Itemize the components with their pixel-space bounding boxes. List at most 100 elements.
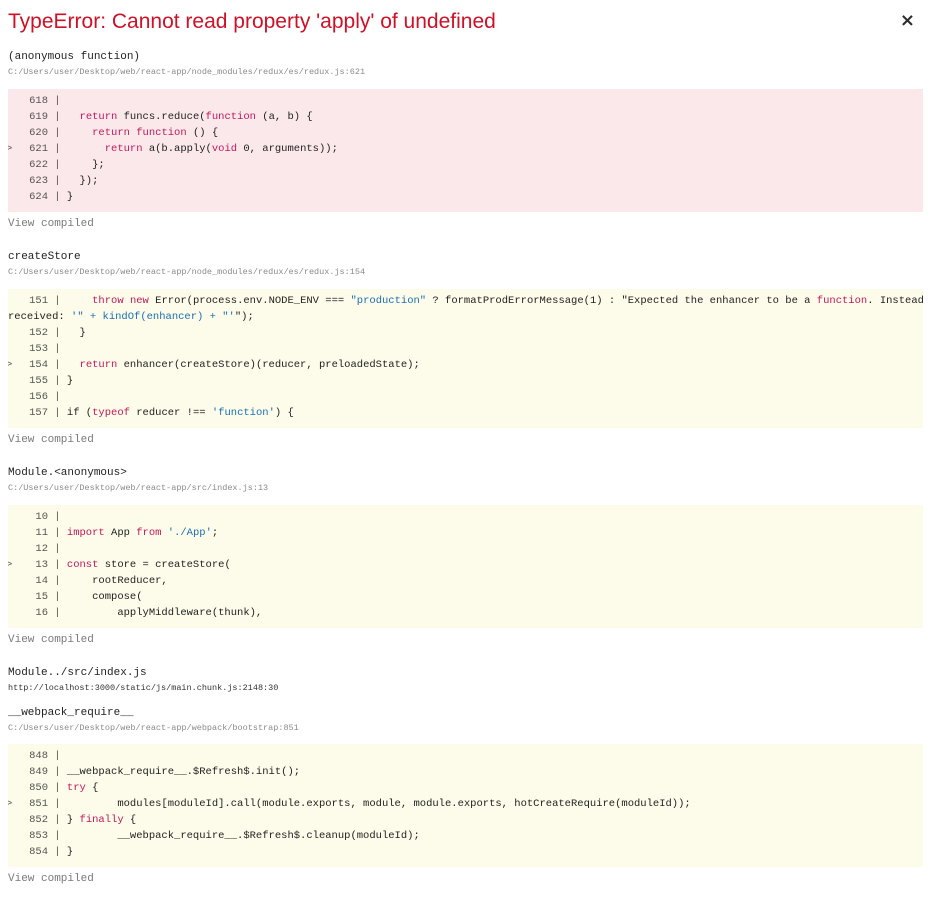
code-text: __webpack_require__.$Refresh$.cleanup(mo…	[66, 830, 420, 842]
code-text: __webpack_require__.$Refresh$.init();	[66, 766, 301, 778]
code-text: rootReducer,	[66, 575, 168, 587]
code-text: compose(	[66, 591, 143, 603]
code-line-highlighted: > 13 | const store = createStore(	[8, 559, 231, 571]
code-line: 620 | return function () {	[8, 125, 923, 141]
line-number: > 851	[8, 798, 48, 810]
view-compiled-link[interactable]: View compiled	[8, 872, 94, 886]
frame-function-name: Module.<anonymous>	[8, 467, 127, 479]
line-number: 15	[35, 591, 48, 603]
code-line: 157 | if (typeof reducer !== 'function')…	[8, 405, 923, 421]
line-number: 151	[29, 295, 48, 307]
line-number: 854	[29, 846, 48, 858]
line-number: 11	[35, 527, 48, 539]
line-number: 152	[29, 327, 48, 339]
stack-frame-webpack-require: __webpack_require__ C:/Users/user/Deskto…	[8, 706, 923, 734]
line-number: 16	[35, 607, 48, 619]
line-number: 622	[29, 159, 48, 171]
code-line: 16 | applyMiddleware(thunk),	[8, 605, 923, 621]
frame-function-name: Module../src/index.js	[8, 667, 147, 679]
code-line: 10 |	[8, 509, 923, 525]
code-line-highlighted: > 621 | return a(b.apply(void 0, argumen…	[8, 143, 338, 155]
code-text: });	[66, 175, 99, 187]
frame-location[interactable]: C:/Users/user/Desktop/web/react-app/webp…	[8, 722, 923, 734]
code-line: 624 | }	[8, 189, 923, 205]
frame-location[interactable]: C:/Users/user/Desktop/web/react-app/node…	[8, 266, 923, 278]
code-text: }	[66, 846, 74, 858]
line-number: 10	[35, 511, 48, 523]
line-number: 620	[29, 127, 48, 139]
code-text: }	[66, 191, 74, 203]
view-compiled-link[interactable]: View compiled	[8, 217, 94, 231]
code-text: return enhancer(createStore)(reducer, pr…	[79, 359, 420, 371]
code-line: received: '" + kindOf(enhancer) + "'");	[8, 309, 923, 325]
line-number: > 154	[8, 359, 48, 371]
code-line: 619 | return funcs.reduce(function (a, b…	[8, 109, 923, 125]
code-line: 15 | compose(	[8, 589, 923, 605]
code-text: }	[66, 327, 86, 339]
code-line: 853 | __webpack_require__.$Refresh$.clea…	[8, 828, 923, 844]
code-text: received: '" + kindOf(enhancer) + "'");	[8, 311, 254, 323]
line-number: 850	[29, 782, 48, 794]
line-number: > 13	[8, 559, 48, 571]
code-line: 623 | });	[8, 173, 923, 189]
code-line: 848 |	[8, 748, 923, 764]
stack-frame-createstore: createStore C:/Users/user/Desktop/web/re…	[8, 250, 923, 278]
error-header: TypeError: Cannot read property 'apply' …	[8, 8, 923, 36]
code-line: 618 |	[8, 93, 923, 109]
line-number: 157	[29, 407, 48, 419]
code-line: 854 | }	[8, 844, 923, 860]
code-line: 12 |	[8, 541, 923, 557]
code-text: modules[moduleId].call(module.exports, m…	[66, 798, 691, 810]
code-line: 850 | try {	[8, 780, 923, 796]
code-line: 153 |	[8, 341, 923, 357]
code-text: const store = createStore(	[66, 559, 231, 571]
code-text: };	[66, 159, 105, 171]
frame-location[interactable]: http://localhost:3000/static/js/main.chu…	[8, 682, 923, 694]
line-number: 618	[29, 95, 48, 107]
frame-location[interactable]: C:/Users/user/Desktop/web/react-app/node…	[8, 66, 923, 78]
line-number: 12	[35, 543, 48, 555]
code-text: }	[66, 375, 74, 387]
code-text: } finally {	[66, 814, 137, 826]
frame-function-name: createStore	[8, 251, 81, 263]
line-number: 153	[29, 343, 48, 355]
line-number: 155	[29, 375, 48, 387]
code-snippet: 618 | 619 | return funcs.reduce(function…	[8, 89, 923, 212]
code-text: return funcs.reduce(function (a, b) {	[79, 111, 313, 123]
code-text: return function () {	[92, 127, 219, 139]
line-number: 848	[29, 750, 48, 762]
line-number: 14	[35, 575, 48, 587]
code-line: 152 | }	[8, 325, 923, 341]
code-text: import App from './App';	[66, 527, 219, 539]
code-line-highlighted: > 851 | modules[moduleId].call(module.ex…	[8, 798, 691, 810]
code-text: if (typeof reducer !== 'function') {	[66, 407, 294, 419]
frame-location[interactable]: C:/Users/user/Desktop/web/react-app/src/…	[8, 482, 923, 494]
close-icon[interactable]: ×	[900, 10, 915, 32]
stack-frame-module-src-index: Module../src/index.js http://localhost:3…	[8, 666, 923, 694]
code-line: 849 | __webpack_require__.$Refresh$.init…	[8, 764, 923, 780]
code-line-highlighted: > 154 | return enhancer(createStore)(red…	[8, 359, 420, 371]
stack-frame-anonymous: (anonymous function) C:/Users/user/Deskt…	[8, 50, 923, 78]
code-line: 151 | throw new Error(process.env.NODE_E…	[8, 293, 923, 309]
code-text: throw new Error(process.env.NODE_ENV ===…	[92, 295, 923, 307]
code-text: return a(b.apply(void 0, arguments));	[104, 143, 338, 155]
code-line: 852 | } finally {	[8, 812, 923, 828]
code-text: try {	[66, 782, 99, 794]
line-number: 849	[29, 766, 48, 778]
code-line: 155 | }	[8, 373, 923, 389]
error-title: TypeError: Cannot read property 'apply' …	[8, 10, 496, 33]
line-number: 623	[29, 175, 48, 187]
line-number: 619	[29, 111, 48, 123]
view-compiled-link[interactable]: View compiled	[8, 633, 94, 647]
view-compiled-link[interactable]: View compiled	[8, 433, 94, 447]
code-line: 622 | };	[8, 157, 923, 173]
line-number: 853	[29, 830, 48, 842]
stack-frame-module-anonymous: Module.<anonymous> C:/Users/user/Desktop…	[8, 466, 923, 494]
frame-function-name: __webpack_require__	[8, 707, 134, 719]
code-snippet: 10 | 11 | import App from './App'; 12 | …	[8, 505, 923, 628]
code-line: 156 |	[8, 389, 923, 405]
line-number: > 621	[8, 143, 48, 155]
line-number: 852	[29, 814, 48, 826]
code-text: applyMiddleware(thunk),	[66, 607, 263, 619]
code-snippet: 848 | 849 | __webpack_require__.$Refresh…	[8, 744, 923, 867]
